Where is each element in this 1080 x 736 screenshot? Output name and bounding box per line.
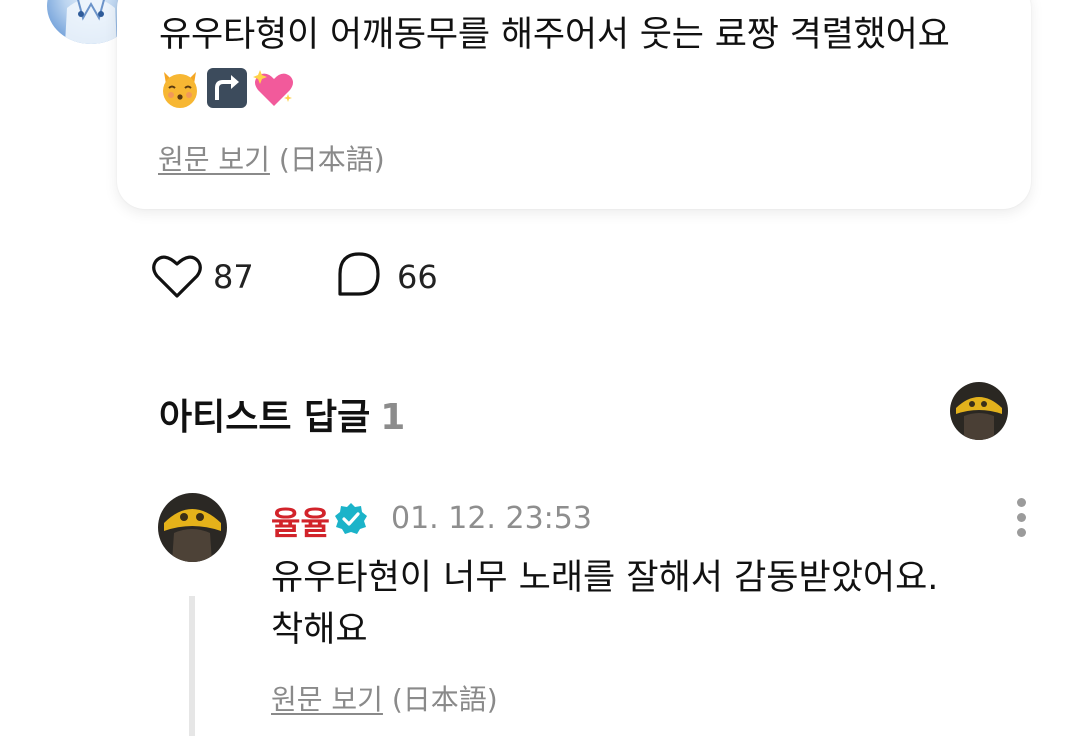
post-emoji-row: [158, 66, 296, 110]
arrow-up-right-emoji: [207, 68, 247, 108]
reply-view-original-link[interactable]: 원문 보기: [271, 683, 383, 716]
reply-original-language-label: (日本語): [391, 683, 498, 716]
view-original-link[interactable]: 원문 보기: [158, 143, 270, 176]
artist-avatar-small[interactable]: [950, 382, 1008, 440]
comment-count: 66: [397, 258, 438, 296]
reply-author-avatar[interactable]: [158, 493, 227, 562]
artist-replies-count: 1: [380, 397, 406, 438]
kissing-cat-emoji: [163, 72, 197, 108]
post-view-original[interactable]: 원문 보기 (日本語): [158, 138, 385, 178]
artist-photo-small: [950, 382, 1008, 440]
heart-icon[interactable]: [151, 252, 203, 300]
reply-thread-line: [189, 596, 195, 736]
artist-replies-heading: 아티스트 답글 1: [159, 388, 405, 440]
reply-text-line1: 유우타현이 너무 노래를 잘해서 감동받았어요.: [271, 558, 939, 598]
reply-timestamp: 01. 12. 23:53: [391, 501, 592, 536]
more-options-icon[interactable]: [1008, 496, 1036, 540]
reply-view-original[interactable]: 원문 보기 (日本語): [271, 678, 498, 718]
reply-text-line2: 착해요: [271, 610, 368, 650]
verified-badge-icon: [335, 503, 367, 534]
original-language-label: (日本語): [278, 143, 385, 176]
sparkling-heart-emoji: [253, 70, 293, 106]
like-count: 87: [213, 258, 254, 296]
reply-text: 유우타현이 너무 노래를 잘해서 감동받았어요. 착해요: [271, 552, 938, 656]
reply-author-name[interactable]: 율율: [271, 498, 330, 544]
artist-photo: [158, 493, 227, 562]
post-text: 유우타형이 어깨동무를 해주어서 웃는 료짱 격렬했어요: [159, 15, 950, 55]
artist-replies-title: 아티스트 답글: [159, 397, 371, 438]
comment-icon[interactable]: [334, 250, 384, 300]
